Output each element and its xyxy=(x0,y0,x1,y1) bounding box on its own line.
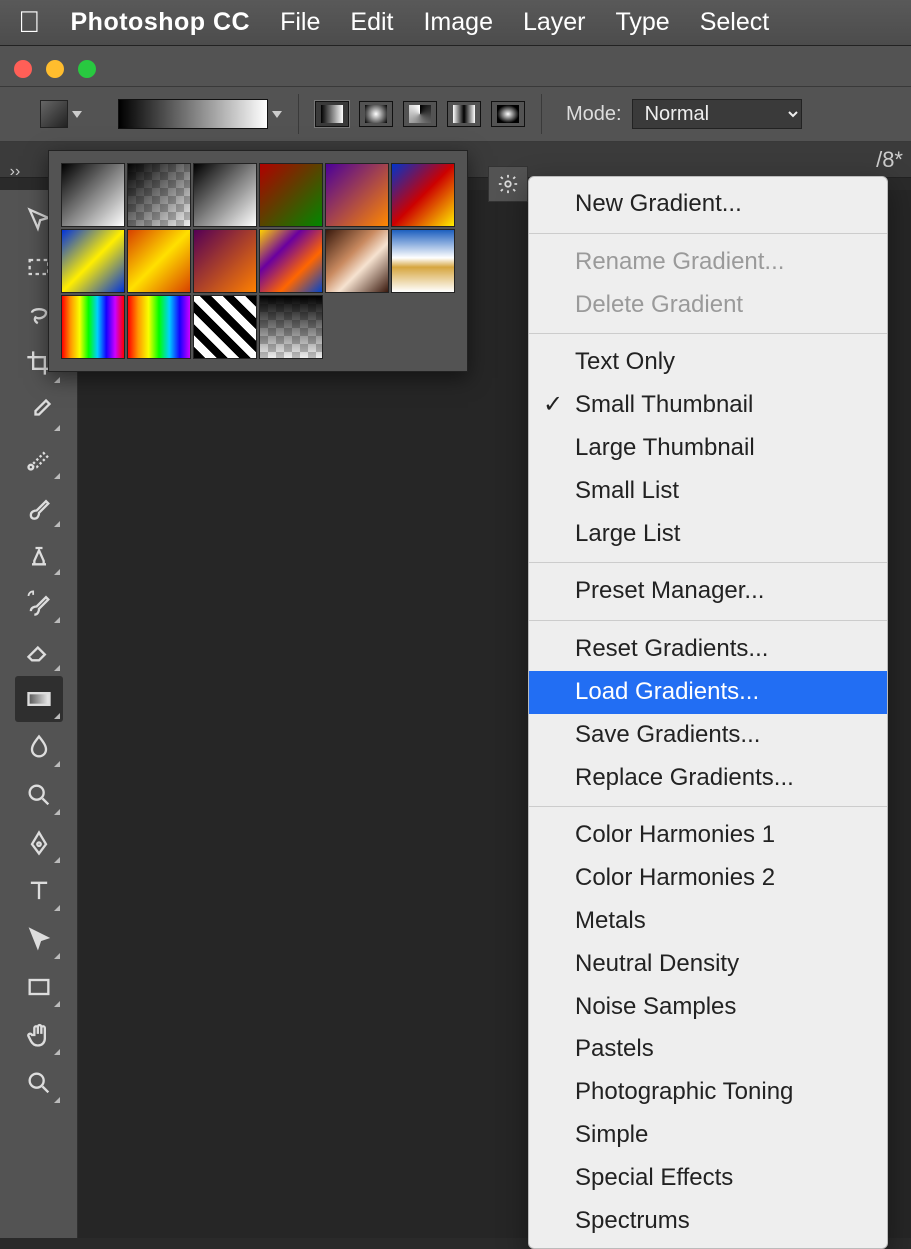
close-window-button[interactable] xyxy=(14,60,32,78)
menu-select[interactable]: Select xyxy=(700,8,769,37)
menu-item-photographic-toning[interactable]: Photographic Toning xyxy=(529,1071,887,1114)
menu-type[interactable]: Type xyxy=(616,8,670,37)
gradient-swatch-transparent-stripes[interactable] xyxy=(193,295,257,359)
gradient-swatch-transparent-rainbow[interactable] xyxy=(127,295,191,359)
menu-separator xyxy=(529,562,887,563)
chevron-down-icon xyxy=(272,111,282,118)
brush-tool[interactable] xyxy=(15,484,63,530)
mode-label: Mode: xyxy=(566,103,622,126)
gradient-picker-panel xyxy=(48,150,468,372)
collapse-panels-button[interactable]: ›› xyxy=(0,160,30,184)
gradient-radial-button[interactable] xyxy=(359,101,393,127)
gradient-swatch-blue-red-yellow[interactable] xyxy=(391,163,455,227)
gradient-preview-dropdown[interactable] xyxy=(118,99,282,129)
apple-menu-icon[interactable]:  xyxy=(18,6,41,40)
gradient-swatch-violet-orange[interactable] xyxy=(325,163,389,227)
dodge-tool[interactable] xyxy=(15,772,63,818)
gradient-swatch-foreground-background[interactable] xyxy=(61,163,125,227)
gradient-swatch-violet-orange2[interactable] xyxy=(193,229,257,293)
menu-item-preset-manager[interactable]: Preset Manager... xyxy=(529,570,887,613)
gradient-linear-button[interactable] xyxy=(315,101,349,127)
menu-separator xyxy=(529,620,887,621)
mac-menubar:  Photoshop CC File Edit Image Layer Typ… xyxy=(0,0,911,46)
document-tab-fragment[interactable]: /8* xyxy=(876,147,903,173)
eraser-tool[interactable] xyxy=(15,628,63,674)
healing-brush-tool[interactable] xyxy=(15,436,63,482)
menu-item-small-thumbnail[interactable]: Small Thumbnail✓ xyxy=(529,384,887,427)
menu-item-small-list[interactable]: Small List xyxy=(529,470,887,513)
traffic-lights xyxy=(0,46,911,86)
gradient-swatch-blue-yellow-blue[interactable] xyxy=(61,229,125,293)
menu-item-large-list[interactable]: Large List xyxy=(529,513,887,556)
menu-item-simple[interactable]: Simple xyxy=(529,1114,887,1157)
menu-image[interactable]: Image xyxy=(423,8,492,37)
eyedropper-tool[interactable] xyxy=(15,388,63,434)
menu-layer[interactable]: Layer xyxy=(523,8,586,37)
menu-item-large-thumbnail[interactable]: Large Thumbnail xyxy=(529,427,887,470)
type-tool[interactable] xyxy=(15,868,63,914)
menu-separator xyxy=(529,233,887,234)
gradient-swatch-chrome[interactable] xyxy=(391,229,455,293)
menu-edit[interactable]: Edit xyxy=(350,8,393,37)
gradient-swatch-spectrum[interactable] xyxy=(61,295,125,359)
check-icon: ✓ xyxy=(543,388,563,423)
menu-item-neutral-density[interactable]: Neutral Density xyxy=(529,943,887,986)
tool-preset-picker[interactable] xyxy=(40,100,82,128)
gradient-preview xyxy=(118,99,268,129)
menu-item-pastels[interactable]: Pastels xyxy=(529,1028,887,1071)
gradient-tool[interactable] xyxy=(15,676,63,722)
gradient-swatch-foreground-transparent[interactable] xyxy=(127,163,191,227)
gradient-picker-context-menu: New Gradient... Rename Gradient...Delete … xyxy=(528,176,888,1249)
menu-item-color-harmonies-1[interactable]: Color Harmonies 1 xyxy=(529,814,887,857)
gradient-swatch-red-green[interactable] xyxy=(259,163,323,227)
menu-separator xyxy=(529,333,887,334)
menu-item-replace-gradients[interactable]: Replace Gradients... xyxy=(529,757,887,800)
hand-tool[interactable] xyxy=(15,1012,63,1058)
gradient-picker-menu-button[interactable] xyxy=(488,166,528,202)
chevron-down-icon xyxy=(72,111,82,118)
menu-separator xyxy=(529,806,887,807)
menu-item-save-gradients[interactable]: Save Gradients... xyxy=(529,714,887,757)
menu-item-color-harmonies-2[interactable]: Color Harmonies 2 xyxy=(529,857,887,900)
menu-item-delete-gradient: Delete Gradient xyxy=(529,284,887,327)
rectangle-tool[interactable] xyxy=(15,964,63,1010)
menu-item-rename-gradient: Rename Gradient... xyxy=(529,241,887,284)
gradient-swatch-orange-yellow-orange[interactable] xyxy=(127,229,191,293)
menu-item-special-effects[interactable]: Special Effects xyxy=(529,1157,887,1200)
gear-icon xyxy=(497,173,519,195)
menu-item-new-gradient[interactable]: New Gradient... xyxy=(529,183,887,226)
blend-mode-select[interactable]: Normal xyxy=(632,99,802,129)
gradient-angle-button[interactable] xyxy=(403,101,437,127)
menu-item-noise-samples[interactable]: Noise Samples xyxy=(529,986,887,1029)
minimize-window-button[interactable] xyxy=(46,60,64,78)
gradient-diamond-button[interactable] xyxy=(491,101,525,127)
app-name[interactable]: Photoshop CC xyxy=(71,8,251,37)
menu-item-text-only[interactable]: Text Only xyxy=(529,341,887,384)
blur-tool[interactable] xyxy=(15,724,63,770)
pen-tool[interactable] xyxy=(15,820,63,866)
gradient-reflected-button[interactable] xyxy=(447,101,481,127)
gradient-swatch-neutral-density[interactable] xyxy=(259,295,323,359)
divider xyxy=(541,94,542,134)
divider xyxy=(298,94,299,134)
menu-file[interactable]: File xyxy=(280,8,320,37)
gradient-swatch-copper[interactable] xyxy=(325,229,389,293)
options-bar: Mode: Normal xyxy=(0,86,911,142)
gradient-swatch-yellow-violet-orange-blue[interactable] xyxy=(259,229,323,293)
gradient-swatch-black-white[interactable] xyxy=(193,163,257,227)
history-brush-tool[interactable] xyxy=(15,580,63,626)
menu-item-reset-gradients[interactable]: Reset Gradients... xyxy=(529,628,887,671)
clone-stamp-tool[interactable] xyxy=(15,532,63,578)
zoom-tool[interactable] xyxy=(15,1060,63,1106)
zoom-window-button[interactable] xyxy=(78,60,96,78)
menu-item-spectrums[interactable]: Spectrums xyxy=(529,1200,887,1243)
path-selection-tool[interactable] xyxy=(15,916,63,962)
menu-item-load-gradients[interactable]: Load Gradients... xyxy=(529,671,887,714)
menu-item-metals[interactable]: Metals xyxy=(529,900,887,943)
